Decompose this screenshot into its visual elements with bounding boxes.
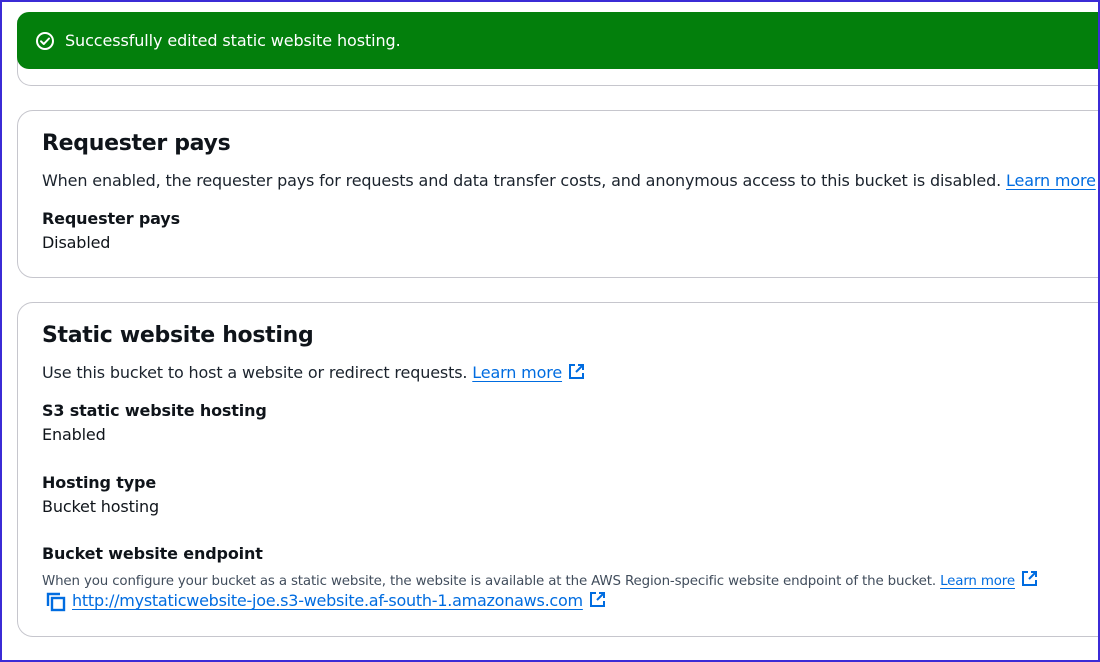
bucket-endpoint-row: http://mystaticwebsite-joe.s3-website.af… [46, 591, 606, 612]
copy-icon[interactable] [46, 592, 66, 612]
requester-pays-title: Requester pays [42, 131, 231, 156]
hosting-type-value: Bucket hosting [42, 497, 159, 516]
bucket-endpoint-learn-more-link[interactable]: Learn more [940, 571, 1038, 589]
static-hosting-learn-more-link[interactable]: Learn more [472, 363, 585, 382]
bucket-endpoint-url-link[interactable]: http://mystaticwebsite-joe.s3-website.af… [72, 591, 606, 612]
requester-pays-card: Requester pays When enabled, the request… [17, 110, 1100, 278]
s3-static-hosting-label: S3 static website hosting [42, 401, 267, 420]
bucket-endpoint-label: Bucket website endpoint [42, 544, 263, 563]
flash-message: Successfully edited static website hosti… [65, 31, 401, 50]
success-flash-bar: Successfully edited static website hosti… [17, 12, 1100, 69]
hosting-type-label: Hosting type [42, 473, 157, 492]
check-circle-icon [35, 31, 55, 51]
static-hosting-description-text: Use this bucket to host a website or red… [42, 363, 468, 382]
static-hosting-title: Static website hosting [42, 323, 314, 348]
requester-pays-description: When enabled, the requester pays for req… [42, 171, 1100, 192]
requester-pays-field-value: Disabled [42, 233, 111, 252]
bucket-endpoint-description-text: When you configure your bucket as a stat… [42, 574, 936, 589]
requester-pays-field-label: Requester pays [42, 209, 180, 228]
requester-pays-learn-more-link[interactable]: Learn more [1006, 171, 1100, 190]
external-link-icon [568, 363, 585, 384]
static-hosting-description: Use this bucket to host a website or red… [42, 363, 585, 384]
requester-pays-description-text: When enabled, the requester pays for req… [42, 171, 1002, 190]
s3-static-hosting-value: Enabled [42, 425, 106, 444]
external-link-icon [589, 591, 606, 612]
bucket-endpoint-description: When you configure your bucket as a stat… [42, 570, 1038, 591]
external-link-icon [1021, 570, 1038, 591]
static-website-hosting-card: Static website hosting Use this bucket t… [17, 302, 1100, 637]
